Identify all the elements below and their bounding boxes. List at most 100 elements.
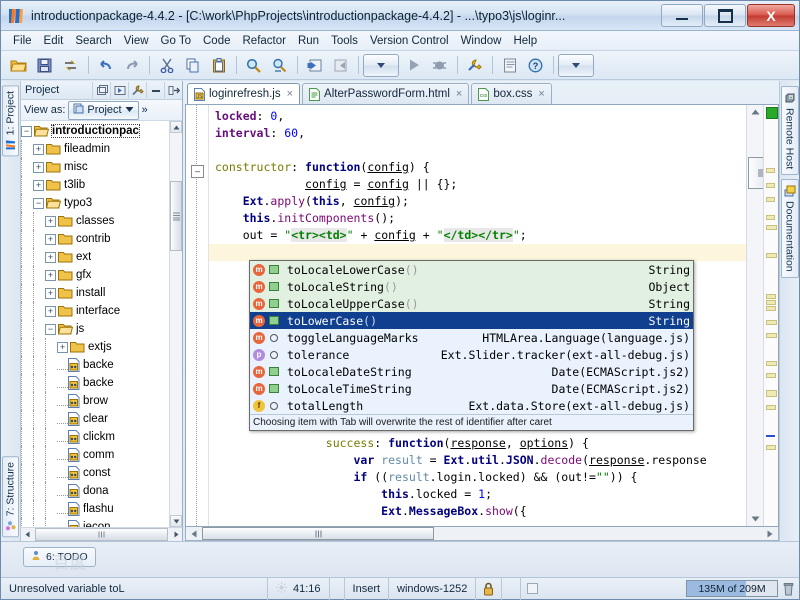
back-icon[interactable] (302, 53, 327, 78)
warning-mark[interactable] (766, 215, 775, 220)
tree-item-gfx[interactable]: +gfx (21, 266, 170, 284)
view-as-combo[interactable]: Project (68, 101, 138, 120)
tree-toggle-plus-icon[interactable]: + (33, 180, 44, 191)
tree-item-install[interactable]: +install (21, 284, 170, 302)
project-tree-scrollbar[interactable] (169, 121, 182, 527)
background-tasks-indicator[interactable] (520, 578, 544, 600)
editor-scroll-up-arrow[interactable] (747, 105, 763, 119)
undo-icon[interactable] (93, 53, 118, 78)
tree-toggle-plus-icon[interactable]: + (45, 252, 56, 263)
replace-icon[interactable] (267, 53, 292, 78)
close-tab-icon[interactable]: × (538, 88, 544, 100)
tree-toggle-plus-icon[interactable]: + (57, 342, 68, 353)
maximize-button[interactable] (704, 4, 746, 27)
tree-item-comm[interactable]: comm (21, 446, 170, 464)
menu-view[interactable]: View (118, 33, 155, 49)
tree-item-interface[interactable]: +interface (21, 302, 170, 320)
tree-toggle-minus-icon[interactable]: − (21, 126, 32, 137)
hscroll-left-arrow[interactable] (21, 531, 33, 538)
warning-mark[interactable] (766, 373, 776, 378)
menu-version-control[interactable]: Version Control (364, 33, 455, 49)
open-folder-icon[interactable] (6, 53, 31, 78)
tree-toggle-minus-icon[interactable]: − (45, 324, 56, 335)
tree-item-introductionpac[interactable]: −introductionpac (21, 122, 170, 140)
error-stripe-gutter[interactable] (763, 105, 778, 526)
editor-tab-box-css[interactable]: css box.css × (471, 83, 551, 104)
tree-item-fileadmin[interactable]: +fileadmin (21, 140, 170, 158)
tree-item-typo3[interactable]: −typo3 (21, 194, 170, 212)
project-tree-hscrollbar[interactable] (21, 527, 182, 541)
autocomplete-item[interactable]: mtoLowerCase()String (250, 312, 693, 329)
paste-icon[interactable] (206, 53, 231, 78)
warning-mark[interactable] (766, 306, 776, 311)
tree-toggle-plus-icon[interactable]: + (33, 162, 44, 173)
minimize-button[interactable] (661, 4, 703, 27)
autocomplete-item[interactable]: mtoLocaleLowerCase()String (250, 261, 693, 278)
menu-refactor[interactable]: Refactor (237, 33, 292, 49)
close-panel-icon[interactable] (164, 82, 182, 98)
lock-icon[interactable] (475, 578, 501, 600)
menu-run[interactable]: Run (292, 33, 325, 49)
close-tab-icon[interactable]: × (287, 88, 293, 100)
code-editor[interactable]: – locked: 0, interval: 60, constructor: … (185, 105, 779, 527)
warning-mark[interactable] (766, 405, 776, 410)
tree-toggle-plus-icon[interactable]: + (45, 216, 56, 227)
autocomplete-item[interactable]: mtoLocaleTimeStringDate(ECMAScript.js2) (250, 380, 693, 397)
tree-toggle-plus-icon[interactable]: + (45, 288, 56, 299)
collapse-all-icon[interactable] (110, 82, 128, 98)
project-tree[interactable]: −introductionpac+fileadmin+misc+t3lib−ty… (21, 121, 170, 527)
warning-mark[interactable] (766, 320, 777, 325)
encoding-cell[interactable]: windows-1252 (388, 578, 475, 600)
inspection-status-ok-icon[interactable] (766, 107, 778, 119)
tree-item-t3lib[interactable]: +t3lib (21, 176, 170, 194)
editor-gutter[interactable]: – (186, 105, 209, 526)
menu-edit[interactable]: Edit (38, 33, 70, 49)
menu-code[interactable]: Code (197, 33, 237, 49)
toolbar-overflow-dropdown[interactable] (558, 54, 594, 77)
tree-item-extjs[interactable]: +extjs (21, 338, 170, 356)
sidebar-item-project[interactable]: 1: Project (2, 85, 19, 156)
tree-toggle-minus-icon[interactable]: − (33, 198, 44, 209)
warning-mark[interactable] (766, 294, 776, 299)
autocomplete-item[interactable]: ftotalLengthExt.data.Store(ext-all-debug… (250, 397, 693, 414)
save-icon[interactable] (32, 53, 57, 78)
autocomplete-item[interactable]: ptoleranceExt.Slider.tracker(ext-all-deb… (250, 346, 693, 363)
autocomplete-item[interactable]: mtoggleLanguageMarksHTMLArea.Language(la… (250, 329, 693, 346)
scroll-up-arrow[interactable] (170, 121, 182, 133)
debug-icon[interactable] (427, 53, 452, 78)
editor-hscroll-left-arrow[interactable] (186, 530, 202, 538)
inspect-code-icon[interactable] (497, 53, 522, 78)
settings-wrench-icon[interactable] (462, 53, 487, 78)
cut-icon[interactable] (154, 53, 179, 78)
hide-icon[interactable] (146, 82, 164, 98)
menu-help[interactable]: Help (507, 33, 543, 49)
autocomplete-popup[interactable]: mtoLocaleLowerCase()StringmtoLocaleStrin… (249, 260, 694, 431)
trash-icon[interactable] (778, 582, 799, 596)
scrollbar-thumb[interactable] (170, 181, 182, 251)
editor-hscrollbar-thumb[interactable] (202, 527, 434, 540)
tree-item-classes[interactable]: +classes (21, 212, 170, 230)
tree-item-contrib[interactable]: +contrib (21, 230, 170, 248)
code-text-area[interactable]: locked: 0, interval: 60, constructor: fu… (209, 105, 746, 526)
tree-toggle-plus-icon[interactable]: + (33, 144, 44, 155)
editor-scroll-down-arrow[interactable] (747, 512, 763, 526)
menu-window[interactable]: Window (455, 33, 508, 49)
warning-mark[interactable] (766, 390, 777, 397)
warning-mark[interactable] (766, 333, 777, 338)
project-panel-overflow-button[interactable]: » (142, 104, 148, 116)
tree-item-flashu[interactable]: flashu (21, 500, 170, 518)
warning-mark[interactable] (766, 197, 775, 202)
warning-mark[interactable] (766, 168, 775, 173)
menu-search[interactable]: Search (69, 33, 117, 49)
menu-file[interactable]: File (7, 33, 38, 49)
editor-hscroll-right-arrow[interactable] (762, 530, 778, 538)
tree-item-brow[interactable]: brow (21, 392, 170, 410)
caret-position-cell[interactable]: 41:16 (267, 578, 329, 600)
project-tree-viewport[interactable]: −introductionpac+fileadmin+misc+t3lib−ty… (21, 121, 182, 527)
autocomplete-item[interactable]: mtoLocaleString()Object (250, 278, 693, 295)
sidebar-item-remote-host[interactable]: Remote Host (781, 86, 799, 175)
editor-horizontal-scrollbar[interactable] (185, 527, 779, 541)
help-icon[interactable]: ? (523, 53, 548, 78)
tree-item-clear[interactable]: clear (21, 410, 170, 428)
memory-indicator[interactable]: 135M of 209M (686, 580, 778, 597)
